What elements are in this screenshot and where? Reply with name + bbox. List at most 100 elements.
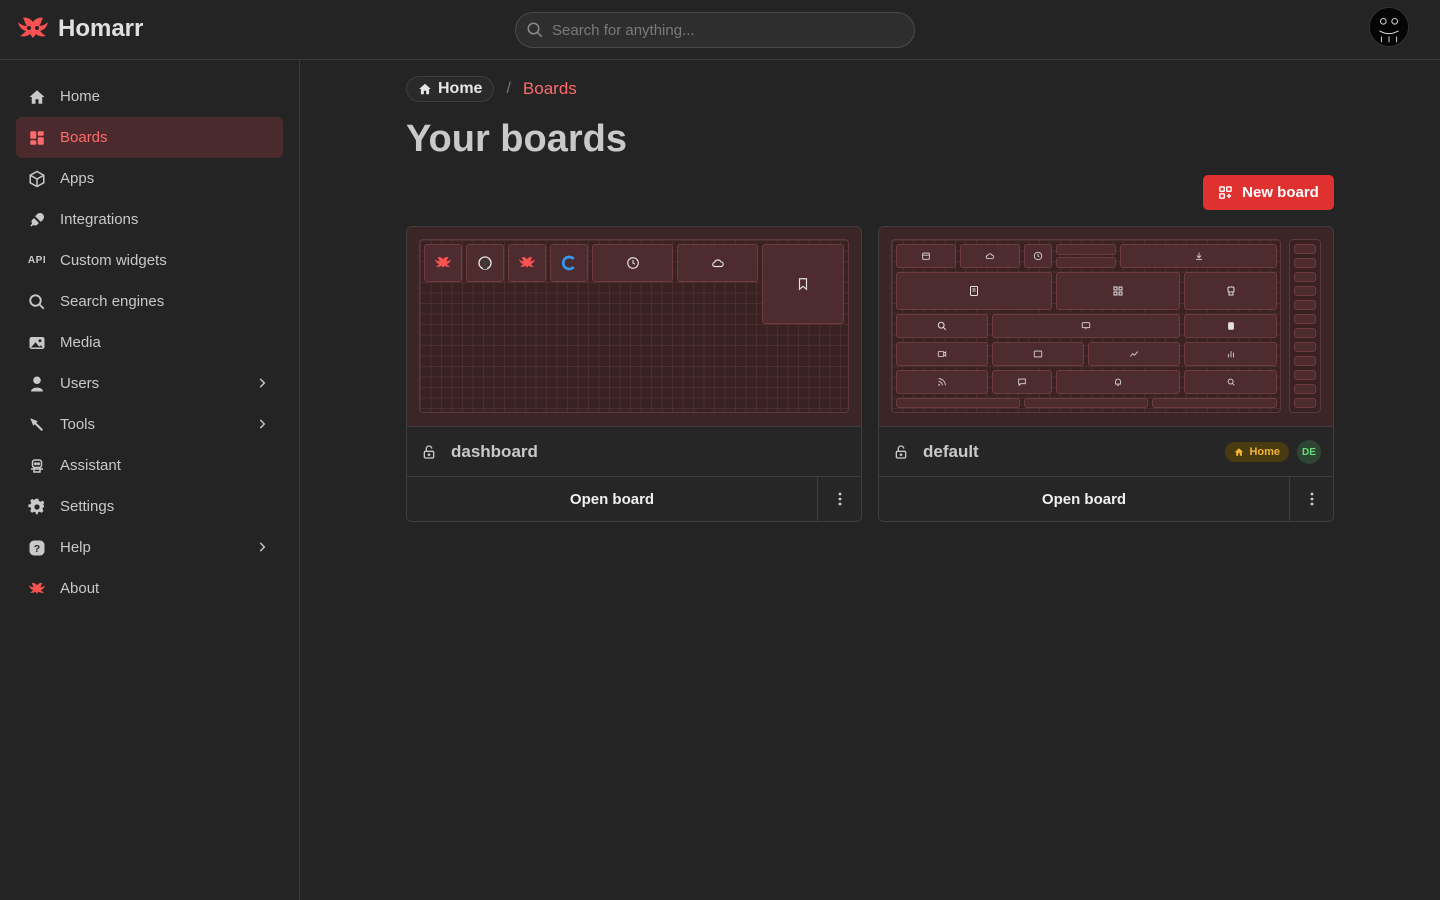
preview-tile [1294,286,1316,296]
board-actions: Open board [407,477,861,521]
sidebar-item-help[interactable]: ? Help [16,527,283,568]
board-card: default Home DE Open board [878,226,1334,522]
preview-tile [896,370,988,394]
sidebar-item-search-engines[interactable]: Search engines [16,281,283,322]
homarr-logo-icon [435,256,451,268]
sidebar-item-assistant[interactable]: Assistant [16,445,283,486]
search-icon [28,293,46,311]
breadcrumb-home-label: Home [438,80,483,97]
sidebar-item-home[interactable]: Home [16,76,283,117]
preview-tile [1294,328,1316,338]
breadcrumb-separator: / [506,80,511,97]
board-preview-grid [419,239,849,413]
new-board-label: New board [1242,184,1319,201]
home-icon [28,88,46,106]
board-preview[interactable] [407,227,861,427]
preview-tile [1294,300,1316,310]
open-board-button[interactable]: Open board [407,477,818,521]
preview-tile [1294,244,1316,254]
breadcrumb-current[interactable]: Boards [523,79,577,99]
sidebar-item-label: Users [60,375,100,392]
preview-tile [1294,370,1316,380]
main-content: Home / Boards Your boards New board dash… [300,60,1440,900]
board-preview-sidebar [1289,239,1321,413]
chart-icon [1129,351,1139,357]
preview-tile [896,244,956,268]
media-icon [1033,350,1043,358]
sidebar-item-custom-widgets[interactable]: API Custom widgets [16,240,283,281]
brand-name: Homarr [58,15,144,42]
github-icon [478,256,492,270]
preview-tile [424,244,462,282]
sidebar-item-label: About [60,580,100,597]
preview-tile [992,370,1052,394]
sidebar-item-media[interactable]: Media [16,322,283,363]
sidebar-item-label: Tools [60,416,96,433]
new-board-button[interactable]: New board [1203,175,1334,210]
board-menu-button[interactable] [818,477,861,521]
download-icon [1195,252,1202,260]
sidebar-item-settings[interactable]: Settings [16,486,283,527]
preview-tile [1294,356,1316,366]
home-badge: Home [1225,442,1289,462]
board-name: dashboard [451,441,538,461]
layout-grid-icon [28,129,46,147]
device-icon [1081,322,1091,330]
breadcrumb: Home / Boards [406,76,577,102]
box-icon [28,170,46,188]
preview-tile [592,244,673,282]
grid-icon [1113,286,1123,296]
breadcrumb-home[interactable]: Home [406,76,495,102]
sidebar-item-label: Media [60,334,101,351]
sidebar-item-tools[interactable]: Tools [16,404,283,445]
open-board-button[interactable]: Open board [879,477,1290,521]
bookmark-icon [798,278,808,291]
chevron-right-icon [255,376,269,394]
sidebar-item-about[interactable]: About [16,568,283,609]
board-preview-grid [891,239,1281,413]
bell-icon [1115,378,1121,386]
sidebar-item-boards[interactable]: Boards [16,117,283,158]
board-badges: Home DE [1225,440,1321,464]
search-bar[interactable] [515,12,915,48]
lock-open-icon [895,444,907,459]
search-icon [527,22,543,38]
owner-badge: DE [1297,440,1321,464]
message-icon [1018,378,1026,387]
board-preview[interactable] [879,227,1333,427]
sidebar-item-apps[interactable]: Apps [16,158,283,199]
clock-icon [1033,251,1043,261]
video-icon [937,351,947,357]
robot-icon [28,457,46,475]
sidebar-item-users[interactable]: Users [16,363,283,404]
preview-tile [896,342,988,366]
board-card: dashboard Open board [406,226,862,522]
sidebar-item-label: Custom widgets [60,252,167,269]
board-name: default [923,441,979,461]
dots-vertical-icon [838,492,841,506]
user-icon [28,375,46,393]
sidebar-item-integrations[interactable]: Integrations [16,199,283,240]
clock-icon [626,257,639,269]
search-icon [937,321,947,331]
preview-tile [992,314,1180,338]
preview-tile [508,244,546,282]
preview-tile [1294,384,1316,394]
search-input[interactable] [552,21,892,39]
avatar[interactable] [1369,7,1409,47]
search-doc-icon [1227,378,1235,386]
preview-tile [896,314,988,338]
preview-tile [896,398,1020,408]
sidebar-item-label: Settings [60,498,115,515]
board-menu-button[interactable] [1290,477,1333,521]
homarr-logo-icon [18,17,48,38]
cloud-icon [711,259,724,268]
api-icon: API [27,255,47,266]
home-icon [1235,448,1244,456]
preview-tile [1120,244,1277,268]
brand[interactable]: Homarr [16,14,143,44]
homarr-logo-icon [28,580,46,598]
homarr-logo-icon [519,256,535,268]
preview-tile [1152,398,1277,408]
chevron-right-icon [255,417,269,435]
